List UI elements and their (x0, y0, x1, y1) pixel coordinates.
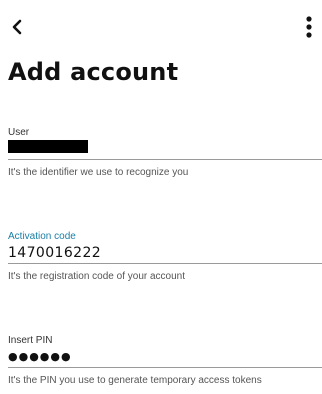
page-title: Add account (8, 58, 179, 86)
top-app-bar (0, 0, 322, 52)
user-field[interactable]: User It's the identifier we use to recog… (8, 126, 322, 179)
add-account-screen: Add account User It's the identifier we … (0, 0, 322, 394)
back-button[interactable] (6, 16, 28, 38)
user-input[interactable] (8, 140, 322, 160)
overflow-menu-button[interactable] (298, 14, 320, 40)
user-helper-text: It's the identifier we use to recognize … (8, 167, 189, 178)
pin-input[interactable]: ●●●●●● (8, 348, 322, 368)
activation-code-input[interactable]: 1470016222 (8, 244, 322, 264)
activation-code-field[interactable]: Activation code 1470016222 It's the regi… (8, 230, 322, 283)
user-label: User (8, 127, 30, 138)
pin-field[interactable]: Insert PIN ●●●●●● It's the PIN you use t… (8, 334, 322, 387)
chevron-left-icon (12, 19, 22, 35)
pin-helper-text: It's the PIN you use to generate tempora… (8, 375, 262, 386)
activation-code-helper-text: It's the registration code of your accou… (8, 271, 186, 282)
more-vertical-icon (306, 16, 312, 38)
pin-label: Insert PIN (8, 335, 53, 346)
activation-code-label: Activation code (8, 231, 76, 242)
redacted-value (8, 140, 88, 153)
